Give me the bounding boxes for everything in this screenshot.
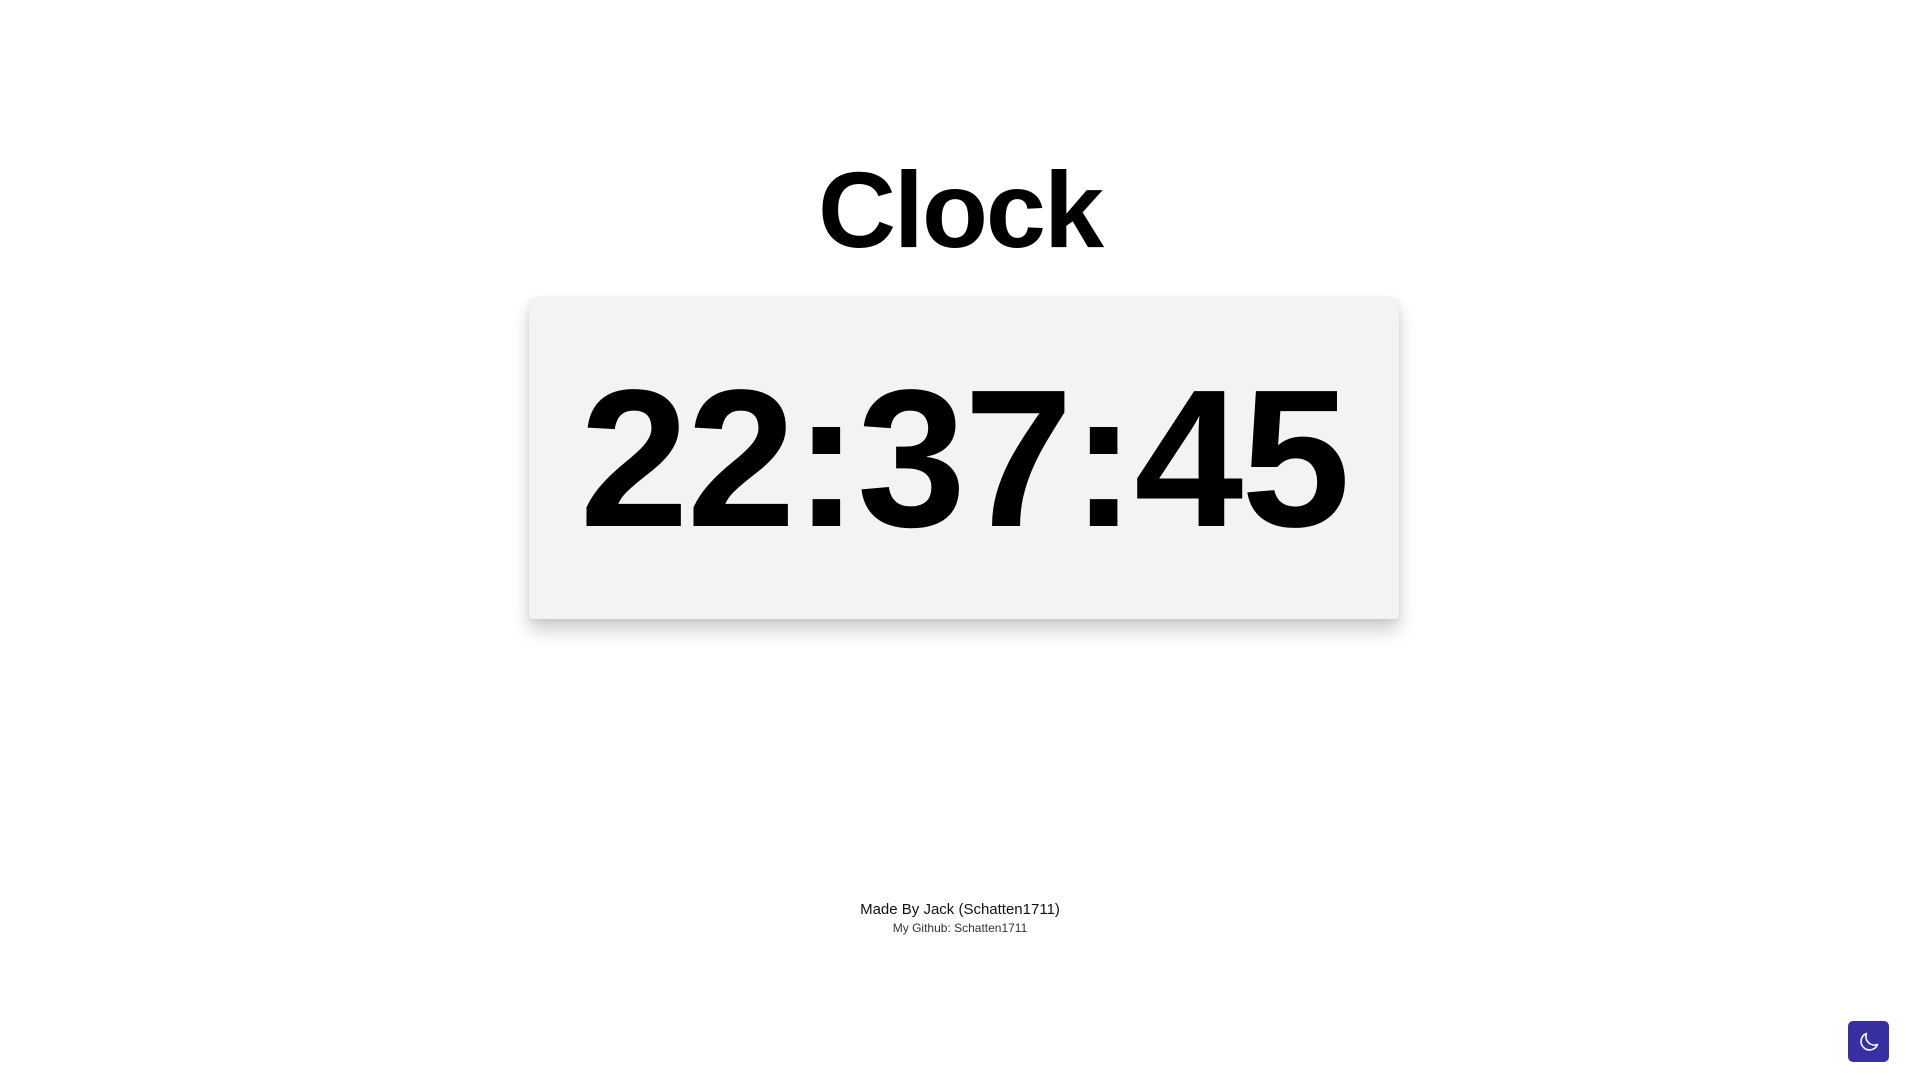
clock-page: Clock 22:37:45 Made By Jack (Schatten171… <box>0 0 1920 1080</box>
footer-made-by: Made By Jack (Schatten1711) <box>860 901 1060 918</box>
theme-toggle-button[interactable] <box>1848 1021 1889 1062</box>
page-title: Clock <box>817 149 1104 270</box>
clock-card: 22:37:45 <box>529 297 1399 619</box>
moon-icon <box>1857 1030 1881 1054</box>
footer: Made By Jack (Schatten1711) My Github: S… <box>0 900 1920 937</box>
clock-time: 22:37:45 <box>579 349 1351 568</box>
footer-github-link[interactable]: My Github: Schatten1711 <box>0 920 1920 937</box>
